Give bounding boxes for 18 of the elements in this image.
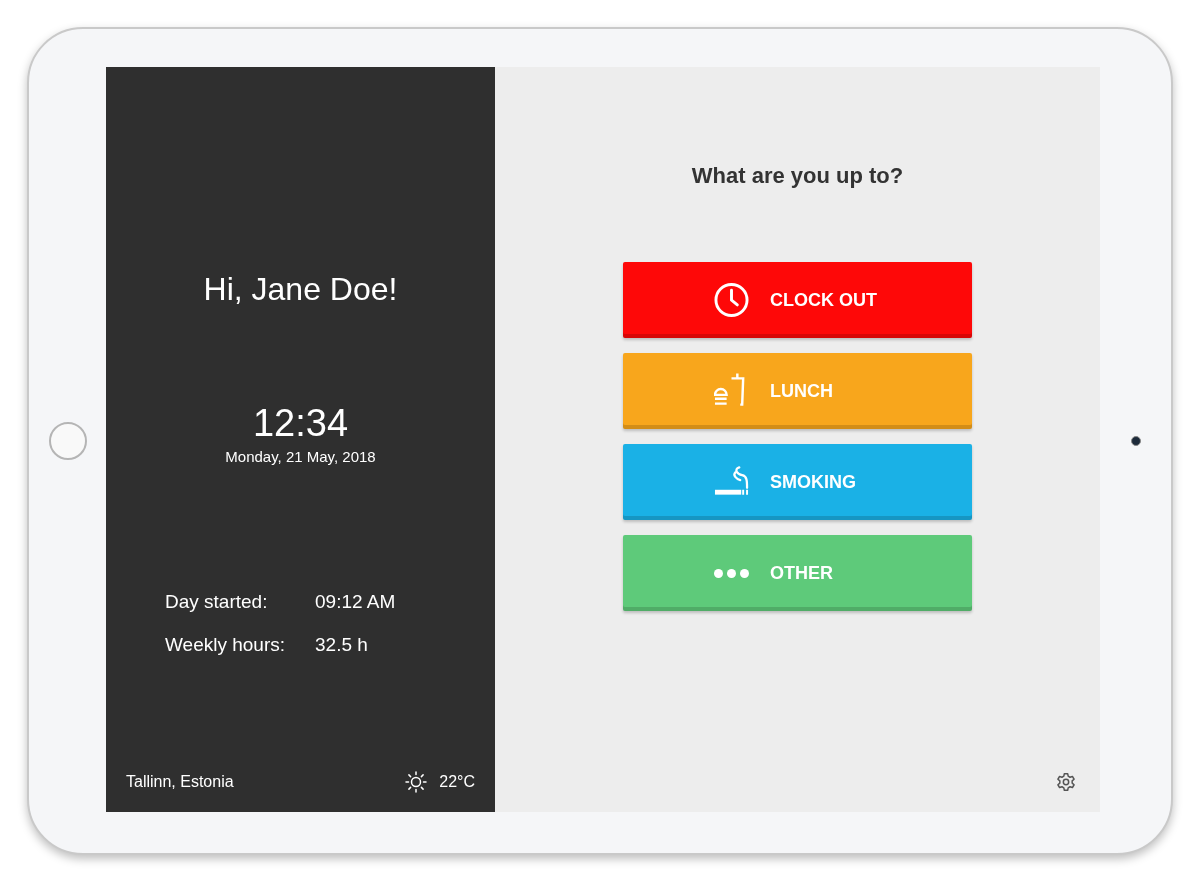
prompt-heading: What are you up to? (691, 162, 904, 190)
clock-icon (714, 282, 749, 318)
stat-label: Weekly hours: (165, 633, 287, 657)
stat-value: 32.5 h (315, 633, 368, 657)
temperature-text: 22°C (439, 772, 475, 792)
greeting: Hi, Jane Doe! (202, 270, 399, 309)
stat-value: 09:12 AM (315, 590, 396, 614)
stat-label: Day started: (165, 590, 269, 614)
activity-button[interactable]: LUNCH (623, 353, 972, 429)
dots-icon (714, 568, 749, 578)
sun-icon (405, 771, 428, 793)
clock-time: 12:34 (251, 401, 350, 445)
date-text: Monday, 21 May, 2018 (224, 447, 377, 467)
settings-icon[interactable] (1056, 772, 1076, 792)
activity-button[interactable]: CLOCK OUT (623, 262, 972, 338)
location-text: Tallinn, Estonia (126, 772, 234, 792)
activity-button[interactable]: SMOKING (623, 444, 972, 520)
activity-button[interactable]: OTHER (623, 535, 972, 611)
